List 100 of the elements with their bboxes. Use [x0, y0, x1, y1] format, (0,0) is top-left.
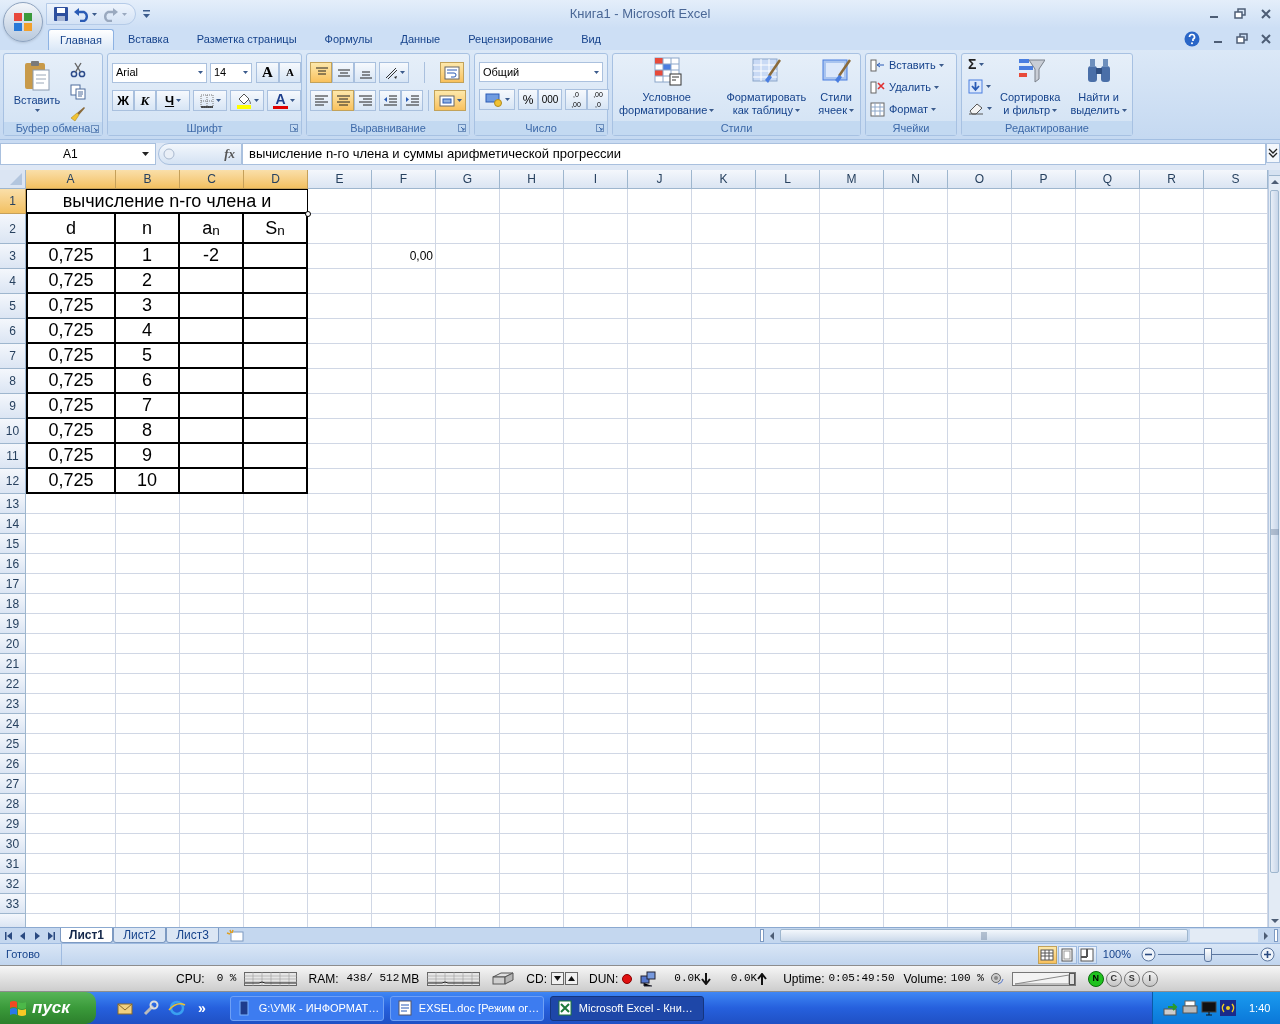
vertical-scrollbar[interactable]	[1268, 170, 1280, 927]
fill-color-button[interactable]	[230, 90, 264, 111]
browser-icon[interactable]	[168, 1000, 186, 1016]
row-header[interactable]: 17	[0, 574, 26, 594]
row-header[interactable]: 28	[0, 794, 26, 814]
start-button[interactable]: пуск	[0, 992, 96, 1024]
format-cells-button[interactable]: Формат	[870, 101, 952, 117]
row-header[interactable]: 27	[0, 774, 26, 794]
dialog-launcher-icon[interactable]	[290, 124, 298, 132]
help-icon[interactable]	[1184, 31, 1200, 47]
column-header[interactable]: H	[500, 170, 564, 189]
increase-indent-button[interactable]	[401, 90, 423, 111]
column-header[interactable]: B	[116, 170, 180, 189]
column-header[interactable]: I	[564, 170, 628, 189]
row-header[interactable]: 18	[0, 594, 26, 614]
column-header[interactable]: G	[436, 170, 500, 189]
sheet-tab[interactable]: Лист3	[166, 928, 219, 943]
underline-button[interactable]: Ч	[156, 90, 190, 111]
percent-button[interactable]: %	[518, 89, 538, 110]
fill-handle[interactable]	[305, 211, 311, 217]
eject-down-icon[interactable]	[550, 972, 564, 985]
conditional-formatting-button[interactable]: Условное форматирование	[617, 56, 717, 121]
zoom-out-icon[interactable]	[1141, 947, 1156, 962]
mail-icon[interactable]	[116, 1000, 134, 1016]
column-header[interactable]: D	[244, 170, 308, 189]
zoom-slider[interactable]	[1158, 947, 1258, 962]
column-header[interactable]: P	[1012, 170, 1076, 189]
slider-thumb[interactable]	[1204, 947, 1212, 962]
column-header[interactable]: J	[628, 170, 692, 189]
taskbar-button[interactable]: G:\УМК - ИНФОРМАТ…	[229, 995, 384, 1021]
row-header[interactable]: 10	[0, 419, 26, 444]
column-header[interactable]: S	[1204, 170, 1268, 189]
speaker-icon[interactable]	[989, 971, 1004, 986]
resize-handle-icon[interactable]	[163, 148, 175, 160]
row-header[interactable]: 2	[0, 214, 26, 244]
insert-cells-button[interactable]: Вставить	[870, 57, 952, 73]
toggle-button[interactable]: S	[1123, 970, 1140, 987]
last-sheet-icon[interactable]	[45, 930, 57, 941]
row-header[interactable]: 4	[0, 269, 26, 294]
font-size-field[interactable]: 14	[210, 62, 252, 83]
row-header[interactable]: 22	[0, 674, 26, 694]
volume-slider[interactable]	[1011, 971, 1076, 986]
number-format-field[interactable]: Общий	[479, 62, 603, 82]
row-header[interactable]: 21	[0, 654, 26, 674]
row-header[interactable]: 9	[0, 394, 26, 419]
toggle-button[interactable]: C	[1105, 970, 1122, 987]
brush-icon[interactable]	[70, 106, 86, 122]
close-icon[interactable]	[1260, 8, 1272, 20]
find-select-button[interactable]: Найти и выделить	[1068, 56, 1129, 121]
taskbar-button[interactable]: Microsoft Excel - Кни…	[549, 995, 704, 1021]
cell-styles-button[interactable]: Стили ячеек	[816, 56, 856, 121]
scissors-icon[interactable]	[70, 62, 86, 78]
row-header[interactable]: 13	[0, 494, 26, 514]
autosum-button[interactable]: Σ	[968, 56, 992, 72]
borders-button[interactable]	[193, 90, 227, 111]
row-header[interactable]: 11	[0, 444, 26, 469]
row-header[interactable]: 26	[0, 754, 26, 774]
align-center-button[interactable]	[332, 90, 354, 111]
row-header[interactable]: 16	[0, 554, 26, 574]
toggle-button[interactable]: I	[1141, 970, 1158, 987]
column-header[interactable]: N	[884, 170, 948, 189]
page-break-view-button[interactable]	[1077, 945, 1097, 964]
taskbar-button[interactable]: EXSEL.doc [Режим ог…	[389, 995, 544, 1021]
row-header[interactable]: 12	[0, 469, 26, 494]
expand-formula-bar-icon[interactable]	[1266, 143, 1280, 163]
accounting-format-button[interactable]	[479, 89, 515, 110]
row-header[interactable]: 14	[0, 514, 26, 534]
ribbon-tab[interactable]: Формулы	[310, 29, 387, 50]
grow-font-button[interactable]: A	[256, 62, 279, 83]
scroll-thumb[interactable]	[1270, 190, 1279, 873]
row-header[interactable]: 32	[0, 874, 26, 894]
name-box[interactable]: A1	[0, 143, 156, 165]
sort-filter-button[interactable]: Сортировка и фильтр	[998, 56, 1063, 121]
row-header[interactable]: 33	[0, 894, 26, 914]
column-header[interactable]: M	[820, 170, 884, 189]
dialog-launcher-icon[interactable]	[458, 124, 466, 132]
row-header[interactable]: 19	[0, 614, 26, 634]
restore-icon[interactable]	[1236, 33, 1248, 45]
customize-toolbar-icon[interactable]	[142, 9, 151, 19]
zoom-in-icon[interactable]	[1260, 947, 1275, 962]
horizontal-scroll-thumb[interactable]	[780, 929, 1188, 942]
eject-up-icon[interactable]	[564, 972, 578, 985]
row-header[interactable]: 23	[0, 694, 26, 714]
column-header[interactable]: R	[1140, 170, 1204, 189]
row-header[interactable]: 15	[0, 534, 26, 554]
align-middle-button[interactable]	[332, 62, 354, 83]
delete-cells-button[interactable]: Удалить	[870, 79, 952, 95]
align-bottom-button[interactable]	[354, 62, 376, 83]
insert-function-button[interactable]: fx	[224, 144, 237, 164]
slider-thumb[interactable]	[1068, 972, 1075, 985]
first-sheet-icon[interactable]	[3, 930, 15, 941]
wrench-icon[interactable]	[142, 1000, 160, 1016]
sheet-tab[interactable]: Лист2	[113, 928, 166, 943]
align-left-button[interactable]	[310, 90, 332, 111]
split-box[interactable]	[760, 929, 764, 942]
thousands-button[interactable]: 000	[538, 89, 562, 110]
restore-icon[interactable]	[1234, 8, 1246, 20]
column-header[interactable]: E	[308, 170, 372, 189]
paste-button[interactable]: Вставить	[8, 60, 66, 122]
row-header[interactable]: 8	[0, 369, 26, 394]
